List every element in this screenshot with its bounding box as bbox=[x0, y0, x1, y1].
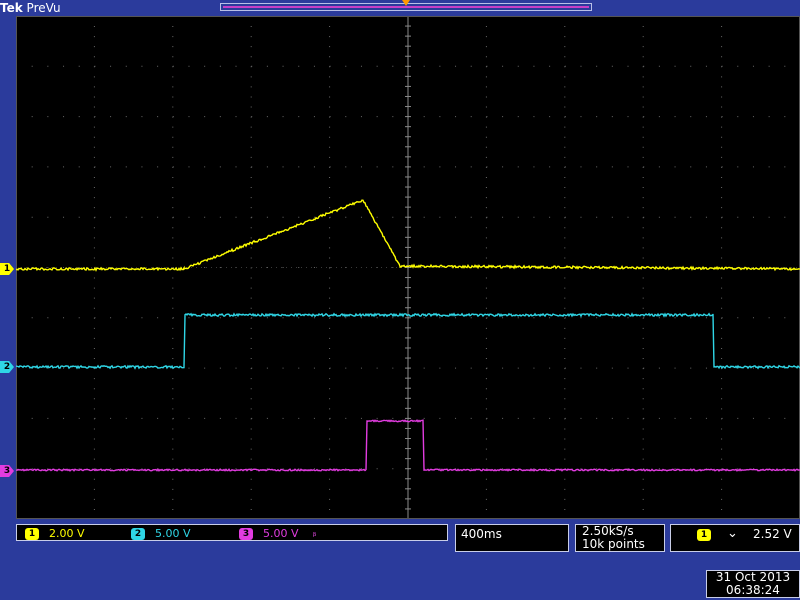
trigger-level: 2.52 V bbox=[753, 527, 792, 541]
record-window-indicator bbox=[223, 6, 589, 8]
ch3-ground-marker[interactable]: 3 bbox=[0, 465, 14, 477]
brand-tek: Tek bbox=[0, 1, 23, 15]
horizontal-scale-readout[interactable]: 400ms bbox=[455, 524, 569, 552]
graticule bbox=[16, 16, 800, 519]
ch3-scale: 5.00 V bbox=[263, 527, 299, 541]
timestamp-readout: 31 Oct 2013 06:38:24 bbox=[706, 570, 800, 598]
ch1-ground-marker[interactable]: 1 bbox=[0, 263, 14, 275]
brand-label: Tek PreVu bbox=[0, 0, 61, 16]
channel-readouts: 1 2.00 V 2 5.00 V 3 5.00 V ᵦ bbox=[16, 524, 448, 541]
trigger-position-marker-icon[interactable] bbox=[402, 0, 410, 6]
acquisition-mode: PreVu bbox=[27, 1, 61, 15]
acquisition-readout[interactable]: 2.50kS/s 10k points bbox=[575, 524, 665, 552]
ch2-ground-marker[interactable]: 2 bbox=[0, 361, 14, 373]
trigger-readout[interactable]: 1 ⌄ 2.52 V bbox=[670, 524, 800, 552]
trigger-source-badge: 1 bbox=[697, 529, 711, 541]
bandwidth-limit-icon: ᵦ bbox=[313, 527, 317, 541]
time-label: 06:38:24 bbox=[711, 584, 795, 597]
falling-edge-icon: ⌄ bbox=[727, 527, 738, 541]
waveform-display[interactable] bbox=[16, 16, 800, 519]
ch3-readout[interactable]: 3 5.00 V ᵦ bbox=[239, 527, 317, 540]
ch2-readout[interactable]: 2 5.00 V bbox=[131, 527, 191, 540]
ch2-scale: 5.00 V bbox=[155, 527, 191, 541]
ch2-badge: 2 bbox=[131, 528, 145, 540]
ch3-badge: 3 bbox=[239, 528, 253, 540]
ch1-badge: 1 bbox=[25, 528, 39, 540]
timebase-value: 400ms bbox=[461, 527, 502, 541]
record-length: 10k points bbox=[582, 538, 658, 551]
ch1-readout[interactable]: 1 2.00 V bbox=[25, 527, 85, 540]
ch1-scale: 2.00 V bbox=[49, 527, 85, 541]
